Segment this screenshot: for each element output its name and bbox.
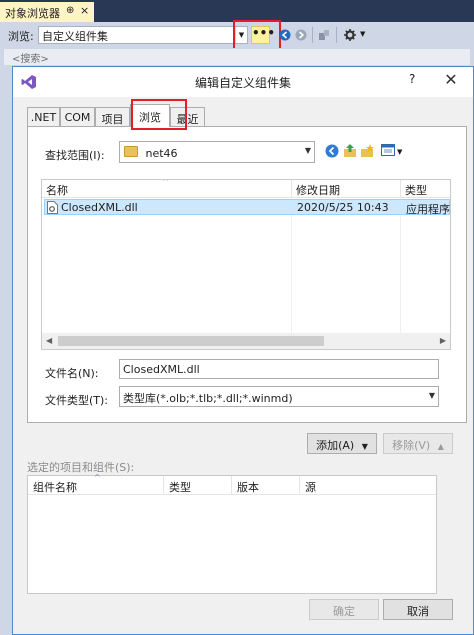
view-menu-icon[interactable] xyxy=(381,144,397,158)
scrollbar-thumb[interactable] xyxy=(58,336,324,346)
sort-ascending-icon: ^ xyxy=(162,179,169,186)
file-list-header: 名称 ^ 修改日期 类型 xyxy=(42,179,450,198)
remove-button[interactable]: 移除(V) ▲ xyxy=(383,433,453,454)
sort-ascending-icon: ^ xyxy=(94,473,101,482)
tab-project[interactable]: 项目 xyxy=(95,107,130,127)
browse-label: 浏览: xyxy=(8,30,34,43)
edit-custom-component-set-dialog: 编辑自定义组件集 ? ✕ .NET COM 项目 浏览 最近 查找范围(I): … xyxy=(12,66,474,635)
close-button[interactable]: ✕ xyxy=(431,68,471,94)
red-highlight-box xyxy=(131,99,187,130)
column-header-modified[interactable]: 修改日期 xyxy=(292,180,401,198)
selected-components-label: 选定的项目和组件(S): xyxy=(27,461,135,474)
dll-file-icon xyxy=(47,201,58,214)
chevron-down-icon: ▼ xyxy=(361,442,368,451)
chevron-up-icon: ▲ xyxy=(437,442,444,451)
help-button[interactable]: ? xyxy=(409,72,415,86)
column-header-source[interactable]: 源 xyxy=(300,476,436,495)
forward-icon[interactable] xyxy=(295,29,307,41)
browse-scope-value: 自定义组件集 xyxy=(42,30,108,43)
look-in-dropdown[interactable]: net46 ▼ xyxy=(119,141,315,163)
chevron-down-icon: ▼ xyxy=(428,391,435,400)
back-icon[interactable] xyxy=(325,144,339,158)
pin-icon[interactable]: ⊕ xyxy=(66,5,74,16)
browse-scope-dropdown[interactable]: 自定义组件集 ▼ xyxy=(38,26,248,44)
dialog-titlebar: 编辑自定义组件集 ? ✕ xyxy=(13,67,473,97)
dialog-title: 编辑自定义组件集 xyxy=(194,76,291,90)
horizontal-scrollbar[interactable]: ◀ ▶ xyxy=(42,333,450,349)
file-type-label: 文件类型(T): xyxy=(45,394,109,407)
selected-components-list[interactable]: 组件名称 ^ 类型 版本 源 xyxy=(27,473,437,594)
chevron-down-icon[interactable]: ▼ xyxy=(360,30,365,38)
object-browser-toolbar: 浏览: 自定义组件集 ▼ ••• ▼ xyxy=(0,20,474,50)
scroll-right-icon[interactable]: ▶ xyxy=(440,336,446,345)
object-browser-tab[interactable]: 对象浏览器 ⊕ × xyxy=(0,2,94,22)
tab-com[interactable]: COM xyxy=(60,107,95,127)
file-type-value: 类型库(*.olb;*.tlb;*.dll;*.winmd) xyxy=(123,392,293,405)
add-reference-icon[interactable] xyxy=(318,29,330,41)
selected-list-header: 组件名称 ^ 类型 版本 源 xyxy=(28,473,436,495)
ok-button[interactable]: 确定 xyxy=(309,599,379,620)
tab-dotnet[interactable]: .NET xyxy=(27,107,60,127)
remove-button-label: 移除(V) xyxy=(392,439,431,452)
toolbar-separator xyxy=(336,27,337,43)
chevron-down-icon: ▼ xyxy=(304,146,311,155)
close-tab-icon[interactable]: × xyxy=(80,4,89,17)
file-type-dropdown[interactable]: 类型库(*.olb;*.tlb;*.dll;*.winmd) ▼ xyxy=(119,386,439,407)
edit-custom-component-set-button[interactable]: ••• xyxy=(251,26,275,44)
column-header-type[interactable]: 类型 xyxy=(164,476,232,495)
object-browser-pane xyxy=(0,66,12,635)
file-row-selected[interactable]: ClosedXML.dll 2020/5/25 10:43 应用程序 xyxy=(44,199,450,216)
file-type-cell: 应用程序 xyxy=(406,203,450,216)
new-folder-icon[interactable] xyxy=(360,144,375,158)
add-button[interactable]: 添加(A) ▼ xyxy=(307,433,377,454)
column-header-type[interactable]: 类型 xyxy=(401,180,450,198)
look-in-value: net46 xyxy=(145,147,178,160)
cancel-button[interactable]: 取消 xyxy=(383,599,453,620)
scroll-left-icon[interactable]: ◀ xyxy=(46,336,52,345)
object-browser-search-bar: <搜索> xyxy=(0,48,474,66)
file-name-label: 文件名(N): xyxy=(45,367,99,380)
folder-icon xyxy=(124,146,138,157)
file-modified-cell: 2020/5/25 10:43 xyxy=(297,201,389,214)
column-separator xyxy=(400,198,401,333)
add-button-label: 添加(A) xyxy=(316,439,355,452)
up-folder-icon[interactable] xyxy=(343,143,357,158)
file-name-field[interactable]: ClosedXML.dll xyxy=(119,359,439,379)
gear-icon[interactable] xyxy=(344,29,356,41)
file-name-value: ClosedXML.dll xyxy=(123,363,200,376)
back-icon[interactable] xyxy=(279,29,291,41)
column-header-version[interactable]: 版本 xyxy=(232,476,300,495)
file-name-cell: ClosedXML.dll xyxy=(61,201,138,214)
file-list[interactable]: 名称 ^ 修改日期 类型 ClosedXML.dll 2020/5/25 10:… xyxy=(41,179,451,350)
column-separator xyxy=(291,198,292,333)
look-in-label: 查找范围(I): xyxy=(45,149,105,162)
object-browser-tab-title: 对象浏览器 xyxy=(5,7,60,20)
chevron-down-icon[interactable]: ▼ xyxy=(397,148,402,156)
search-input[interactable]: <搜索> xyxy=(4,49,470,65)
toolbar-separator xyxy=(312,27,313,43)
